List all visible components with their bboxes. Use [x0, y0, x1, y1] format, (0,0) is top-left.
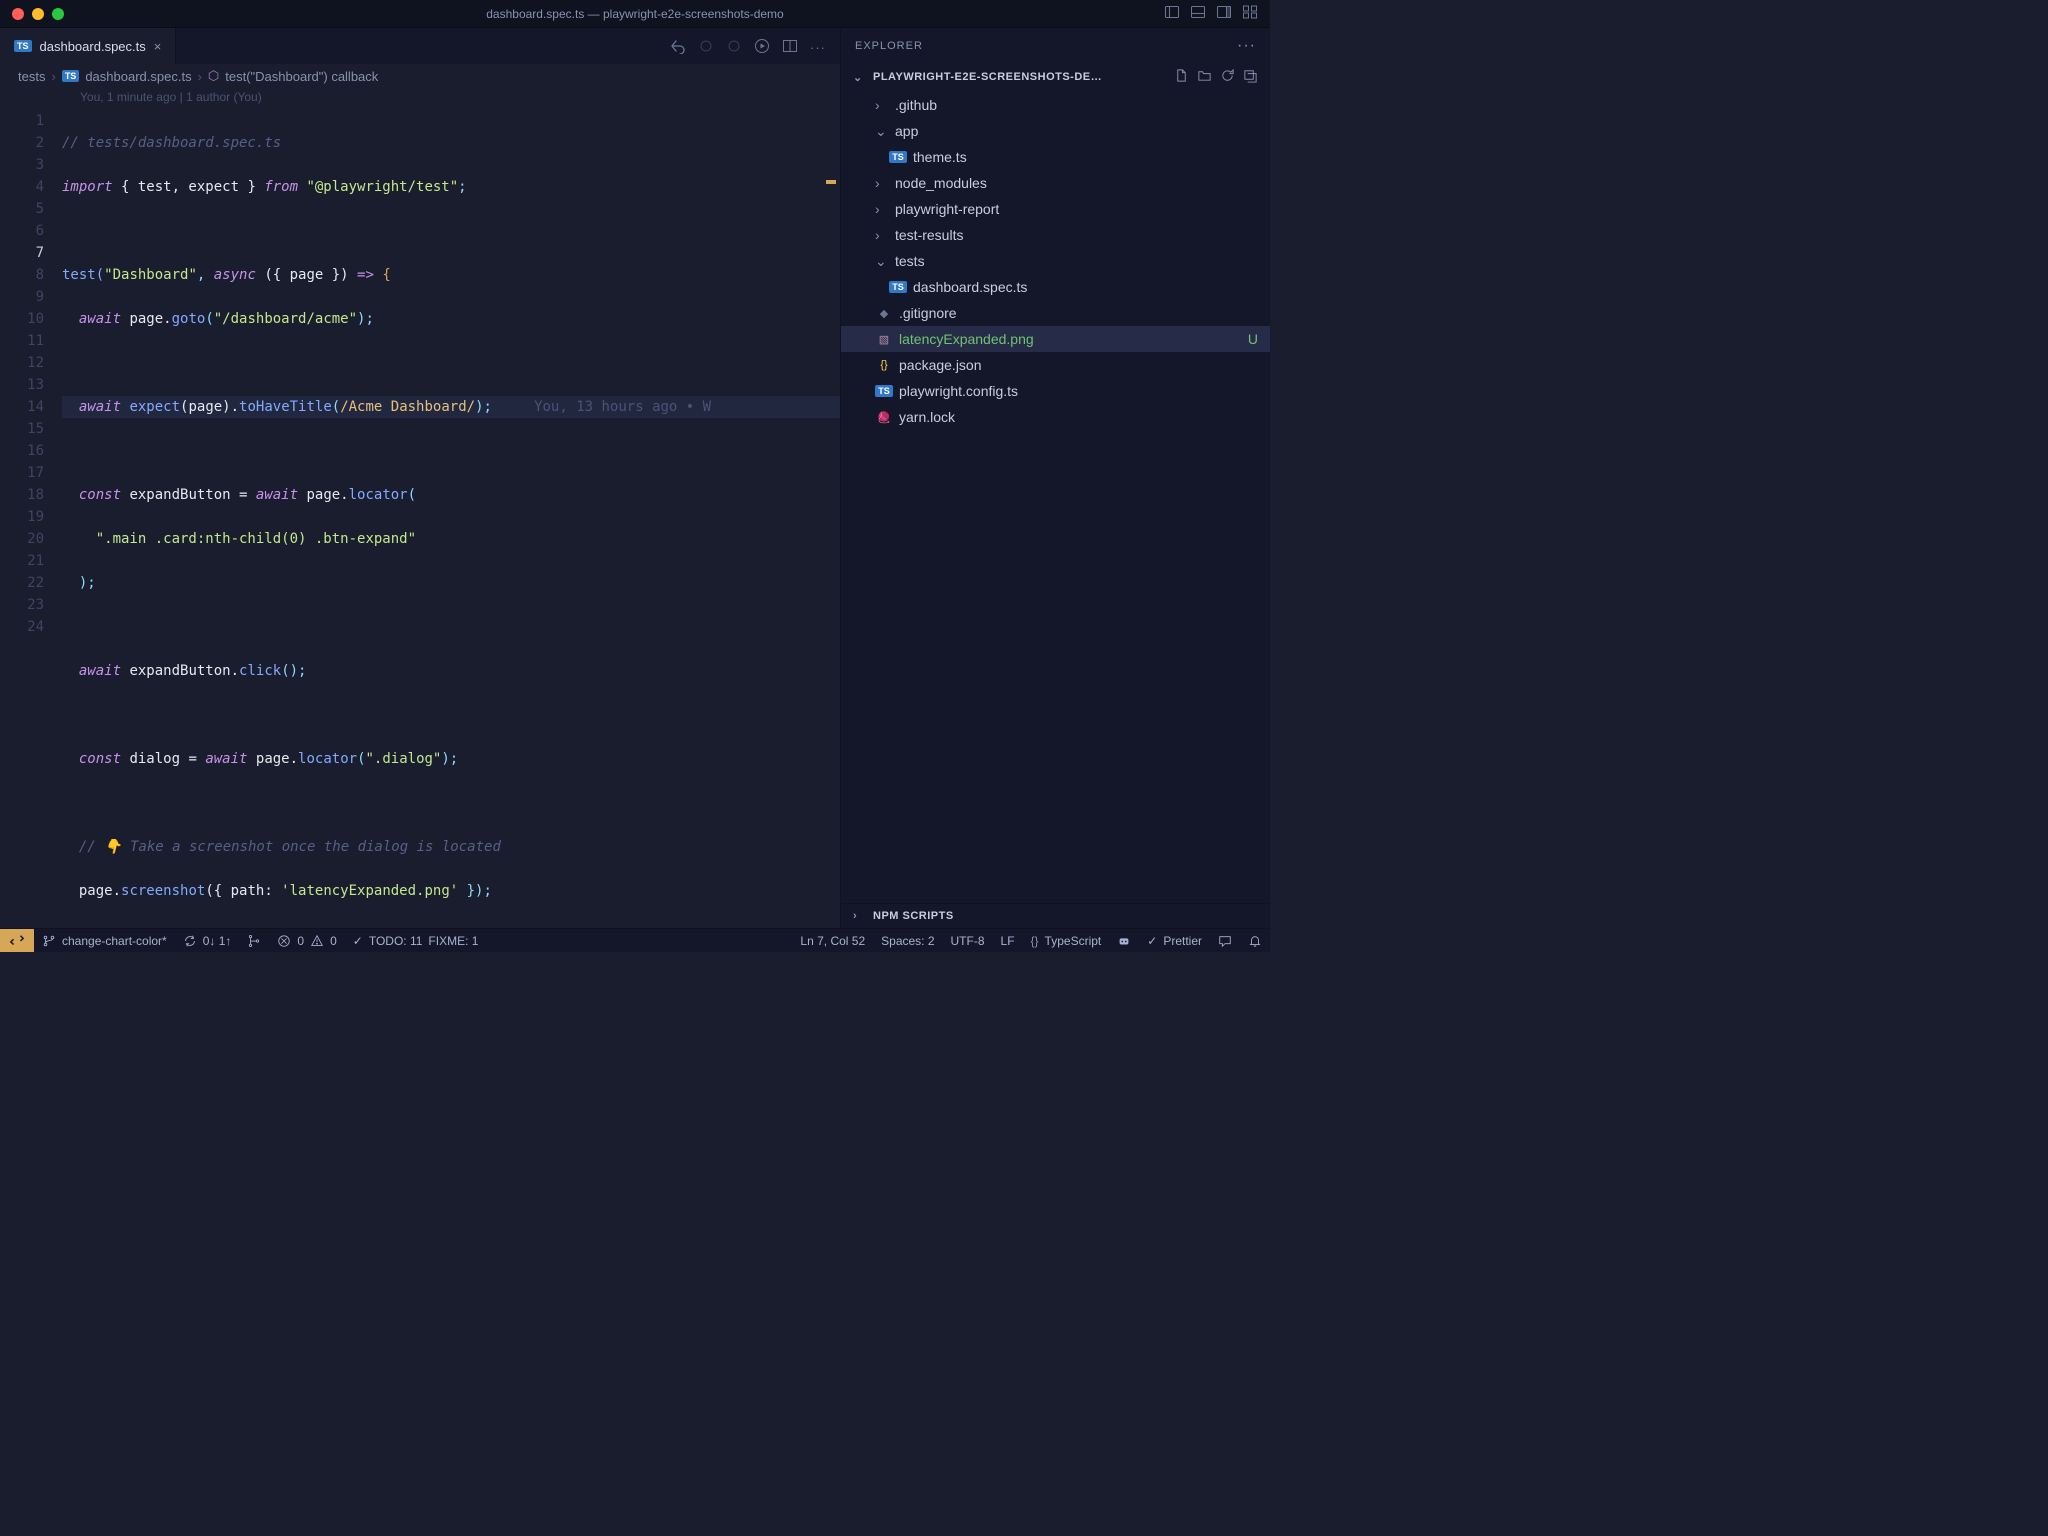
cursor-position[interactable]: Ln 7, Col 52 [792, 929, 873, 952]
chevron-right-icon: › [875, 227, 889, 243]
tab-label: dashboard.spec.ts [40, 39, 146, 54]
bell-icon[interactable] [1240, 929, 1270, 952]
explorer-sidebar: EXPLORER ··· ⌄ PLAYWRIGHT-E2E-SCREENSHOT… [840, 28, 1270, 928]
collapse-icon[interactable] [1243, 68, 1258, 86]
chevron-down-icon: ⌄ [853, 71, 867, 84]
tree-file-dashboard-spec[interactable]: TSdashboard.spec.ts [841, 274, 1270, 300]
feedback-icon[interactable] [1210, 929, 1240, 952]
status-bar: change-chart-color* 0↓ 1↑ 0 0 ✓ TODO: 11… [0, 928, 1270, 952]
chevron-down-icon: ⌄ [875, 253, 889, 270]
sync-indicator[interactable]: 0↓ 1↑ [175, 929, 240, 952]
code-content[interactable]: // tests/dashboard.spec.ts import { test… [62, 110, 840, 928]
run-next-icon[interactable] [726, 38, 742, 57]
more-icon[interactable]: ··· [810, 40, 826, 55]
tree-file-yarn-lock[interactable]: 🧶yarn.lock [841, 404, 1270, 430]
npm-scripts-section[interactable]: › NPM SCRIPTS [841, 903, 1270, 928]
tree-folder-playwright-report[interactable]: ›playwright-report [841, 196, 1270, 222]
chevron-down-icon: ⌄ [875, 123, 889, 140]
tree-file-gitignore[interactable]: ◆.gitignore [841, 300, 1270, 326]
chevron-right-icon: › [875, 201, 889, 217]
indentation-indicator[interactable]: Spaces: 2 [873, 929, 942, 952]
file-tree: ›.github ⌄app TStheme.ts ›node_modules ›… [841, 90, 1270, 903]
eol-indicator[interactable]: LF [993, 929, 1023, 952]
go-back-icon[interactable] [670, 38, 686, 57]
code-editor[interactable]: 123456789101112131415161718192021222324 … [0, 110, 840, 928]
todo-indicator[interactable]: ✓ TODO: 11 FIXME: 1 [345, 929, 487, 952]
explorer-label: EXPLORER [855, 40, 923, 52]
tree-file-theme[interactable]: TStheme.ts [841, 144, 1270, 170]
tree-file-playwright-config[interactable]: TSplaywright.config.ts [841, 378, 1270, 404]
encoding-indicator[interactable]: UTF-8 [943, 929, 993, 952]
breadcrumb-file: dashboard.spec.ts [85, 69, 191, 84]
new-file-icon[interactable] [1174, 68, 1189, 86]
typescript-icon: TS [14, 40, 32, 52]
tree-folder-github[interactable]: ›.github [841, 92, 1270, 118]
image-icon: ▧ [875, 333, 893, 346]
tab-dashboard-spec[interactable]: TS dashboard.spec.ts × [0, 28, 176, 64]
run-icon[interactable] [754, 38, 770, 57]
gitlens-annotation[interactable]: You, 1 minute ago | 1 author (You) [0, 88, 840, 110]
titlebar: dashboard.spec.ts — playwright-e2e-scree… [0, 0, 1270, 28]
problems-indicator[interactable]: 0 0 [269, 929, 344, 952]
chevron-right-icon: › [51, 69, 55, 84]
yarn-icon: 🧶 [875, 411, 893, 424]
json-icon: {} [875, 359, 893, 371]
breadcrumb-folder: tests [18, 69, 45, 84]
copilot-icon[interactable] [1109, 929, 1139, 952]
tree-file-latency-png[interactable]: ▧latencyExpanded.pngU [841, 326, 1270, 352]
more-icon[interactable]: ··· [1237, 37, 1256, 55]
prettier-indicator[interactable]: ✓Prettier [1139, 929, 1210, 952]
chevron-right-icon: › [853, 910, 867, 922]
breadcrumb[interactable]: tests › TS dashboard.spec.ts › ⬡ test("D… [0, 64, 840, 88]
project-name: PLAYWRIGHT-E2E-SCREENSHOTS-DE… [873, 71, 1102, 83]
tree-folder-tests[interactable]: ⌄tests [841, 248, 1270, 274]
remote-button[interactable] [0, 929, 34, 952]
panel-right-icon[interactable] [1216, 4, 1232, 23]
typescript-icon: TS [62, 70, 80, 82]
run-last-icon[interactable] [698, 38, 714, 57]
chevron-right-icon: › [875, 97, 889, 113]
breadcrumb-symbol: test("Dashboard") callback [225, 69, 378, 84]
git-icon: ◆ [875, 307, 893, 320]
layout-icon[interactable] [1242, 4, 1258, 23]
window-title: dashboard.spec.ts — playwright-e2e-scree… [0, 7, 1270, 21]
tree-folder-node-modules[interactable]: ›node_modules [841, 170, 1270, 196]
close-icon[interactable]: × [154, 39, 162, 54]
tree-folder-app[interactable]: ⌄app [841, 118, 1270, 144]
panel-left-icon[interactable] [1164, 4, 1180, 23]
git-graph-icon[interactable] [239, 929, 269, 952]
new-folder-icon[interactable] [1197, 68, 1212, 86]
chevron-right-icon: › [198, 69, 202, 84]
project-section-header[interactable]: ⌄ PLAYWRIGHT-E2E-SCREENSHOTS-DE… [841, 64, 1270, 90]
split-editor-icon[interactable] [782, 38, 798, 57]
chevron-right-icon: › [875, 175, 889, 191]
symbol-icon: ⬡ [208, 68, 219, 84]
branch-indicator[interactable]: change-chart-color* [34, 929, 175, 952]
minimap-cursor-marker [826, 180, 836, 184]
git-status-badge: U [1248, 331, 1258, 347]
refresh-icon[interactable] [1220, 68, 1235, 86]
language-indicator[interactable]: {}TypeScript [1023, 929, 1110, 952]
panel-bottom-icon[interactable] [1190, 4, 1206, 23]
tree-folder-test-results[interactable]: ›test-results [841, 222, 1270, 248]
line-gutter: 123456789101112131415161718192021222324 [0, 110, 62, 928]
tree-file-package-json[interactable]: {}package.json [841, 352, 1270, 378]
